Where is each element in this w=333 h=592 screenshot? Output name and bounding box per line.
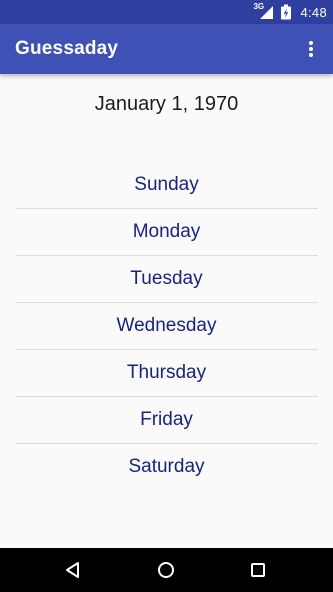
day-option-friday[interactable]: Friday <box>15 397 318 444</box>
day-option-monday[interactable]: Monday <box>15 209 318 256</box>
overflow-menu-button[interactable] <box>295 33 327 65</box>
day-option-saturday[interactable]: Saturday <box>15 444 318 490</box>
status-icons: 3G 4:48 <box>253 0 327 24</box>
app-bar: Guessaday <box>0 24 333 74</box>
network-label: 3G <box>253 2 265 11</box>
day-option-thursday[interactable]: Thursday <box>15 350 318 397</box>
battery-icon <box>281 4 292 20</box>
day-option-sunday[interactable]: Sunday <box>15 162 318 209</box>
recents-button[interactable] <box>242 554 274 586</box>
home-button[interactable] <box>150 554 182 586</box>
back-button[interactable] <box>57 554 89 586</box>
status-time: 4:48 <box>300 4 327 20</box>
more-vert-icon <box>309 41 313 57</box>
home-icon <box>158 562 174 578</box>
day-list: Sunday Monday Tuesday Wednesday Thursday… <box>15 162 318 490</box>
day-option-wednesday[interactable]: Wednesday <box>15 303 318 350</box>
date-display: January 1, 1970 <box>94 93 239 115</box>
app-title: Guessaday <box>15 38 119 59</box>
network-indicator: 3G <box>253 3 274 20</box>
status-bar: 3G 4:48 <box>0 0 333 24</box>
recents-icon <box>251 563 265 577</box>
navigation-bar <box>0 548 333 592</box>
main-content: January 1, 1970 Sunday Monday Tuesday We… <box>0 74 333 548</box>
back-icon <box>66 562 79 578</box>
day-option-tuesday[interactable]: Tuesday <box>15 256 318 303</box>
